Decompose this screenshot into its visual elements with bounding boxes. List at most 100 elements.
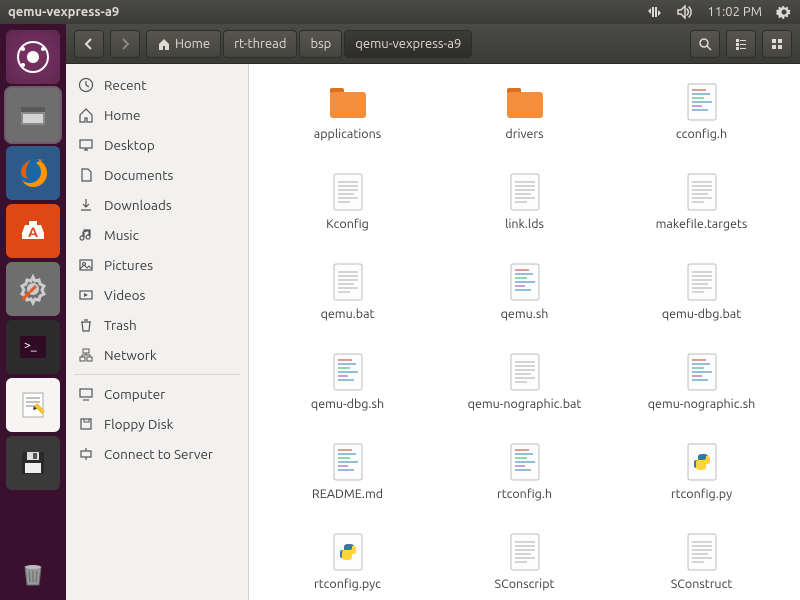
unity-launcher: A >_: [0, 24, 66, 600]
folder-icon: [503, 82, 547, 122]
file-icon: [503, 442, 547, 482]
sidebar-item-label: Downloads: [104, 197, 172, 213]
file-icon: [326, 532, 370, 572]
file-icon: [680, 352, 724, 392]
file-item[interactable]: qemu-dbg.sh: [268, 352, 428, 442]
launcher-settings[interactable]: [6, 262, 60, 316]
file-item[interactable]: rtconfig.pyc: [268, 532, 428, 600]
file-icon: [680, 82, 724, 122]
file-icon: [680, 442, 724, 482]
documents-icon: [78, 167, 94, 183]
file-label: makefile.targets: [652, 216, 752, 233]
sidebar-item-home[interactable]: Home: [66, 100, 248, 130]
breadcrumb-segment[interactable]: Home: [146, 30, 221, 58]
file-icon: [503, 172, 547, 212]
file-item[interactable]: qemu-nographic.sh: [622, 352, 782, 442]
sidebar-item-label: Trash: [104, 317, 137, 333]
file-icon: [503, 262, 547, 302]
launcher-text-editor[interactable]: [6, 378, 60, 432]
places-sidebar: Recent Home Desktop Documents Downloads Music…: [66, 64, 249, 600]
file-item[interactable]: qemu.bat: [268, 262, 428, 352]
sidebar-item-connect-to-server[interactable]: Connect to Server: [66, 439, 248, 469]
file-item[interactable]: qemu.sh: [445, 262, 605, 352]
file-label: cconfig.h: [672, 126, 731, 143]
file-item[interactable]: qemu-nographic.bat: [445, 352, 605, 442]
sidebar-item-pictures[interactable]: Pictures: [66, 250, 248, 280]
file-label: qemu-dbg.sh: [307, 396, 388, 413]
launcher-software-center[interactable]: A: [6, 204, 60, 258]
sidebar-item-trash[interactable]: Trash: [66, 310, 248, 340]
file-item[interactable]: Kconfig: [268, 172, 428, 262]
breadcrumb-segment[interactable]: rt-thread: [223, 30, 297, 58]
sidebar-item-label: Computer: [104, 386, 165, 402]
desktop-icon: [78, 137, 94, 153]
file-label: qemu.bat: [317, 306, 379, 323]
home-icon: [78, 107, 94, 123]
sidebar-item-videos[interactable]: Videos: [66, 280, 248, 310]
launcher-trash[interactable]: [6, 546, 60, 600]
folder-icon: [326, 82, 370, 122]
launcher-files[interactable]: [6, 88, 60, 142]
launcher-firefox[interactable]: [6, 146, 60, 200]
sidebar-item-label: Music: [104, 227, 139, 243]
back-button[interactable]: [74, 30, 104, 58]
clock[interactable]: 11:02 PM: [707, 5, 762, 19]
grid-view-button[interactable]: [762, 30, 792, 58]
file-icon: [680, 262, 724, 302]
file-label: rtconfig.py: [667, 486, 736, 503]
sidebar-item-downloads[interactable]: Downloads: [66, 190, 248, 220]
file-item[interactable]: drivers: [445, 82, 605, 172]
breadcrumb-label: Home: [175, 37, 210, 51]
network-icon[interactable]: [647, 5, 663, 19]
file-item[interactable]: SConstruct: [622, 532, 782, 600]
network-icon: [78, 347, 94, 363]
file-icon: [326, 262, 370, 302]
file-item[interactable]: rtconfig.h: [445, 442, 605, 532]
file-item[interactable]: link.lds: [445, 172, 605, 262]
file-item[interactable]: makefile.targets: [622, 172, 782, 262]
clock-icon: [78, 77, 94, 93]
music-icon: [78, 227, 94, 243]
file-item[interactable]: rtconfig.py: [622, 442, 782, 532]
file-icon: [680, 532, 724, 572]
file-item[interactable]: SConscript: [445, 532, 605, 600]
file-icon: [503, 532, 547, 572]
file-item[interactable]: qemu-dbg.bat: [622, 262, 782, 352]
sidebar-item-floppy-disk[interactable]: Floppy Disk: [66, 409, 248, 439]
list-view-button[interactable]: [726, 30, 756, 58]
downloads-icon: [78, 197, 94, 213]
launcher-floppy[interactable]: [6, 436, 60, 490]
sidebar-item-label: Home: [104, 107, 140, 123]
search-button[interactable]: [690, 30, 720, 58]
file-manager-toolbar: Home rt-thread bsp qemu-vexpress-a9: [66, 24, 800, 64]
sidebar-item-desktop[interactable]: Desktop: [66, 130, 248, 160]
file-item[interactable]: applications: [268, 82, 428, 172]
file-label: SConstruct: [667, 576, 737, 593]
breadcrumb-label: bsp: [310, 37, 331, 51]
file-icon: [680, 172, 724, 212]
file-item[interactable]: README.md: [268, 442, 428, 532]
file-item[interactable]: cconfig.h: [622, 82, 782, 172]
sidebar-item-label: Floppy Disk: [104, 416, 173, 432]
svg-text:A: A: [28, 224, 38, 240]
file-label: qemu-dbg.bat: [658, 306, 745, 323]
sidebar-item-music[interactable]: Music: [66, 220, 248, 250]
launcher-terminal[interactable]: >_: [6, 320, 60, 374]
sidebar-item-label: Pictures: [104, 257, 153, 273]
breadcrumb-segment[interactable]: qemu-vexpress-a9: [344, 30, 472, 58]
sidebar-item-computer[interactable]: Computer: [66, 379, 248, 409]
sidebar-item-recent[interactable]: Recent: [66, 70, 248, 100]
volume-icon[interactable]: [677, 5, 693, 19]
sidebar-item-label: Documents: [104, 167, 173, 183]
forward-button[interactable]: [110, 30, 140, 58]
file-grid[interactable]: applications drivers cconfig.h Kconfiglink.…: [249, 64, 800, 600]
sidebar-item-documents[interactable]: Documents: [66, 160, 248, 190]
breadcrumb-segment[interactable]: bsp: [299, 30, 342, 58]
sidebar-item-network[interactable]: Network: [66, 340, 248, 370]
floppy-icon: [78, 416, 94, 432]
launcher-dash[interactable]: [6, 30, 60, 84]
gear-icon[interactable]: [776, 4, 792, 20]
computer-icon: [78, 386, 94, 402]
sidebar-item-label: Network: [104, 347, 157, 363]
file-label: drivers: [501, 126, 547, 143]
